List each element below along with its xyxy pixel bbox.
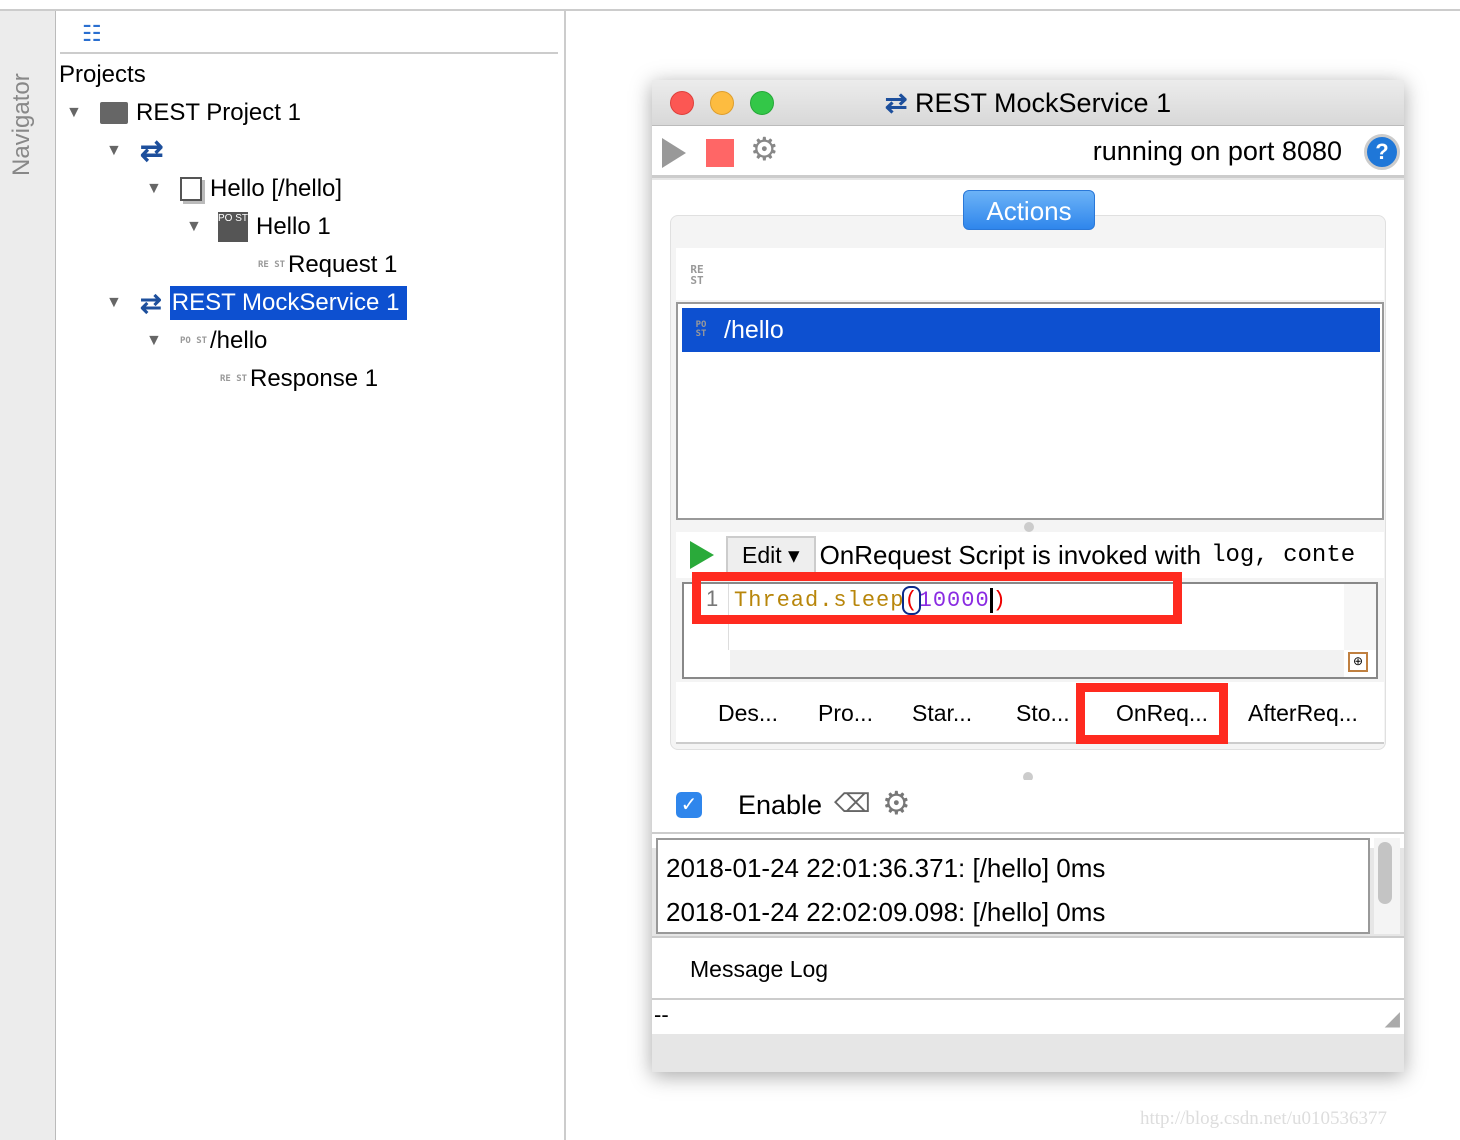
zoom-editor-icon[interactable]: ⊕ bbox=[1348, 652, 1368, 672]
expand-triangle-icon[interactable]: ▼ bbox=[186, 218, 202, 236]
log-toolbar: ✓ Enable ⌫ ⚙ bbox=[652, 780, 1404, 834]
script-description-code: log, conte bbox=[1211, 541, 1356, 569]
help-button[interactable]: ? bbox=[1364, 134, 1400, 170]
method-icon: PO ST bbox=[218, 212, 248, 242]
enable-checkbox[interactable]: ✓ bbox=[676, 792, 702, 818]
tree-item-project[interactable]: REST Project 1 bbox=[100, 96, 301, 130]
navigator-strip[interactable]: Navigator bbox=[0, 11, 56, 1140]
log-entry: 2018-01-24 22:01:36.371: [/hello] 0ms bbox=[666, 853, 1106, 883]
rest-request-icon: RE ST bbox=[258, 259, 286, 270]
expand-triangle-icon[interactable]: ▼ bbox=[66, 104, 82, 122]
divider bbox=[60, 52, 558, 54]
watermark: http://blog.csdn.net/u010536377 bbox=[1140, 1108, 1387, 1129]
tree-item-request[interactable]: RE ST Request 1 bbox=[258, 248, 397, 282]
folder-icon bbox=[100, 102, 128, 124]
status-text: running on port 8080 bbox=[1092, 136, 1342, 166]
window-title: ⇄ REST MockService 1 bbox=[884, 88, 1172, 118]
tab-description[interactable]: Des... bbox=[718, 700, 778, 727]
run-script-button[interactable] bbox=[690, 541, 714, 569]
rest-service-icon: ⇄ bbox=[140, 135, 164, 166]
request-log[interactable]: 2018-01-24 22:01:36.371: [/hello] 0ms 20… bbox=[656, 838, 1370, 934]
tree-item-mock-response[interactable]: RE ST Response 1 bbox=[220, 362, 378, 396]
actions-header: RE ST bbox=[676, 248, 1384, 300]
resource-icon bbox=[180, 177, 202, 201]
log-settings-gear-icon[interactable]: ⚙ bbox=[882, 784, 911, 822]
script-tabs: Des... Pro... Star... Sto... OnReq... Af… bbox=[676, 682, 1384, 744]
edit-dropdown[interactable]: Edit ▾ bbox=[726, 535, 816, 575]
status-bar-text: -- bbox=[654, 1002, 669, 1027]
tab-stop-script[interactable]: Sto... bbox=[1016, 700, 1070, 727]
tree-item-mock-action[interactable]: PO ST/hello bbox=[180, 324, 267, 358]
mockservice-window: ⇄ REST MockService 1 ⚙ running on port 8… bbox=[652, 80, 1404, 1072]
message-log-bar: Message Log bbox=[652, 936, 1404, 1000]
tree-item-method[interactable]: PO ST Hello 1 bbox=[218, 210, 331, 244]
expand-triangle-icon[interactable]: ▼ bbox=[146, 180, 162, 198]
splitter-handle[interactable] bbox=[1024, 522, 1034, 532]
toolbar: ⚙ running on port 8080 ? bbox=[652, 126, 1404, 178]
highlight-code-box bbox=[692, 572, 1182, 624]
actions-list[interactable]: PO ST/hello bbox=[676, 302, 1384, 520]
actions-button[interactable]: Actions bbox=[963, 190, 1095, 230]
clear-log-eraser-icon[interactable]: ⌫ bbox=[834, 788, 871, 819]
message-log-tab[interactable]: Message Log bbox=[690, 956, 828, 983]
expand-triangle-icon[interactable]: ▼ bbox=[106, 142, 122, 160]
highlight-tab-box bbox=[1076, 683, 1228, 744]
tab-properties[interactable]: Pro... bbox=[818, 700, 873, 727]
expand-triangle-icon[interactable]: ▼ bbox=[146, 332, 162, 350]
mock-response-icon: RE ST bbox=[220, 373, 248, 384]
mockservice-icon: ⇄ bbox=[884, 88, 916, 118]
expand-triangle-icon[interactable]: ▼ bbox=[106, 294, 122, 312]
tree-item-resource[interactable]: Hello [/hello] bbox=[180, 172, 342, 206]
script-description: OnRequest Script is invoked with bbox=[819, 539, 1202, 570]
start-button[interactable] bbox=[662, 138, 686, 168]
mock-action-icon: PO ST bbox=[180, 335, 208, 346]
stop-button[interactable] bbox=[706, 139, 734, 167]
status-bar: -- ◢ bbox=[652, 1000, 1404, 1034]
tab-afterrequest-script[interactable]: AfterReq... bbox=[1248, 700, 1358, 727]
tree-item-mockservice[interactable]: ⇄ REST MockService 1 bbox=[140, 286, 408, 320]
enable-label: Enable bbox=[738, 790, 823, 820]
tab-start-script[interactable]: Star... bbox=[912, 700, 972, 727]
tree-item-service[interactable]: ⇄ bbox=[140, 134, 163, 168]
mock-action-icon: PO ST bbox=[695, 320, 707, 339]
navigator-tab[interactable]: Navigator bbox=[8, 51, 36, 176]
title-bar[interactable]: ⇄ REST MockService 1 bbox=[652, 80, 1404, 126]
resize-grip-icon[interactable]: ◢ bbox=[1385, 1006, 1400, 1031]
horizontal-scrollbar[interactable] bbox=[730, 650, 1344, 677]
log-entry: 2018-01-24 22:02:09.098: [/hello] 0ms bbox=[666, 897, 1106, 927]
tree-root-projects[interactable]: Projects bbox=[59, 58, 146, 92]
log-scrollbar[interactable] bbox=[1374, 838, 1400, 934]
settings-gear-icon[interactable]: ⚙ bbox=[750, 130, 779, 168]
mockservice-icon: ⇄ bbox=[140, 288, 162, 318]
rest-icon: RE ST bbox=[690, 263, 704, 287]
action-item-hello[interactable]: PO ST/hello bbox=[682, 308, 1380, 352]
list-view-icon[interactable]: ☷ bbox=[82, 23, 102, 45]
vertical-scrollbar[interactable] bbox=[1344, 584, 1376, 650]
